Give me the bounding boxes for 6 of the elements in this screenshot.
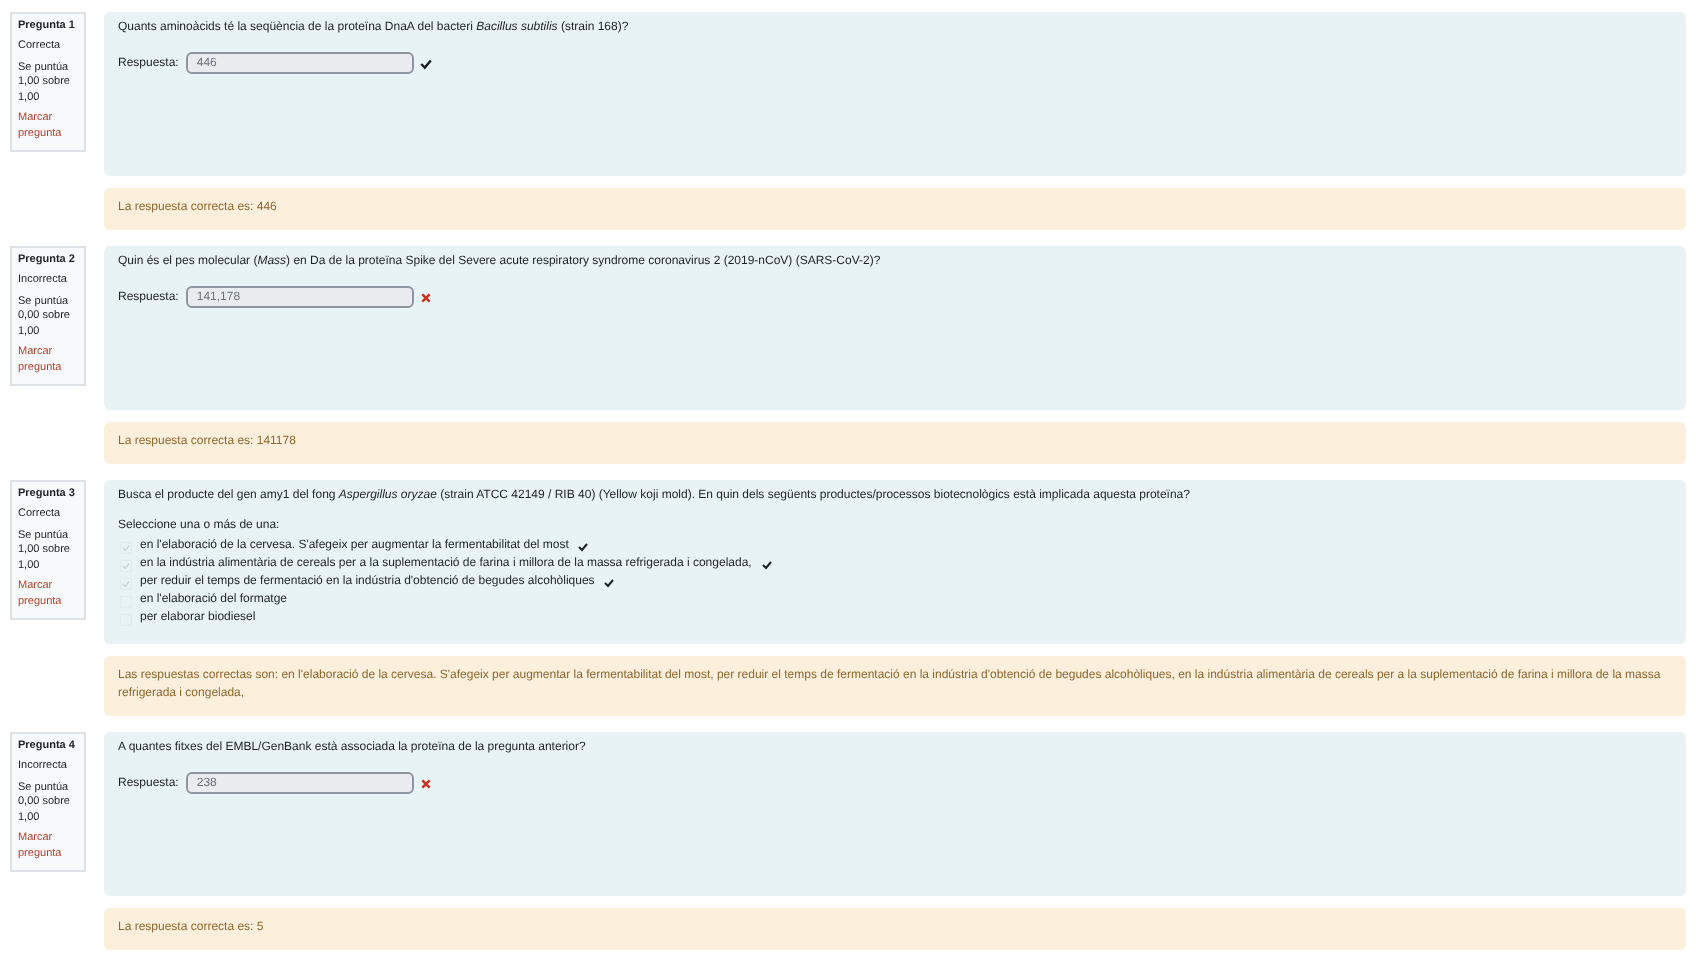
checkbox[interactable] — [120, 541, 132, 554]
checkbox[interactable] — [120, 559, 132, 572]
check-icon — [604, 578, 615, 589]
check-icon — [761, 560, 772, 571]
check-icon — [578, 542, 589, 553]
checkbox[interactable] — [120, 577, 132, 590]
